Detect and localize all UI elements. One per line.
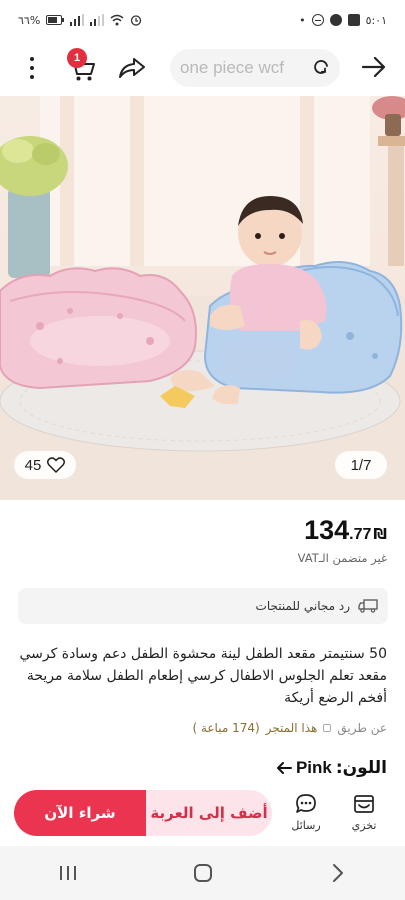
free-return-box[interactable]: رد مجاني للمنتجات <box>18 588 388 624</box>
store-row[interactable]: عن طريق هذا المتجر (174 مباعة ) <box>192 721 387 735</box>
status-bar: ٦٦% • ٥:٠١ <box>0 0 405 40</box>
color-value: Pink <box>295 758 332 777</box>
gallery-icon <box>347 14 360 26</box>
system-nav-bar <box>0 846 405 900</box>
chat-button[interactable]: رسائل <box>286 792 326 840</box>
truck-icon <box>358 599 378 613</box>
buy-now-button[interactable]: شراء الآن <box>14 790 146 836</box>
more-dot-icon <box>30 57 34 61</box>
add-to-cart-button[interactable]: أضف إلى العربة <box>146 790 272 836</box>
share-button[interactable] <box>116 52 148 84</box>
store-label: تخزي <box>351 819 377 832</box>
vat-note: غير متضمن الـVAT <box>297 551 387 565</box>
back-button[interactable] <box>357 50 391 84</box>
heart-icon <box>47 457 66 473</box>
like-button[interactable]: 45 <box>14 451 76 479</box>
recents-button[interactable] <box>48 853 88 893</box>
action-bar: شراء الآن أضف إلى العربة رسائل تخزي <box>0 786 405 844</box>
chat-icon <box>296 794 316 813</box>
nav-back-button[interactable] <box>318 853 358 893</box>
more-dot-icon <box>30 75 34 79</box>
cart-button[interactable]: 1 <box>64 48 100 86</box>
search-input[interactable]: one piece wcf <box>180 58 312 78</box>
chat-label: رسائل <box>291 819 321 832</box>
price-decimal: .77 <box>349 526 372 543</box>
store-via-label: عن طريق <box>337 721 387 735</box>
dot-icon: • <box>299 13 306 27</box>
image-counter: 1/7 <box>335 451 387 479</box>
product-image[interactable]: 45 1/7 <box>0 96 405 500</box>
home-icon <box>193 864 212 882</box>
share-icon <box>119 58 145 78</box>
free-return-text: رد مجاني للمنتجات <box>255 599 350 613</box>
status-left: ٦٦% <box>18 14 142 26</box>
app-bar: 1 one piece wcf <box>0 40 405 96</box>
price-main: 134 <box>304 515 350 545</box>
arrow-right-icon <box>361 56 386 78</box>
store-icon <box>323 724 332 732</box>
cart-count-badge: 1 <box>67 48 87 68</box>
battery-icon <box>46 15 65 25</box>
color-selector[interactable]: اللون: Pink <box>276 758 387 778</box>
price: 134 .77 ₪ <box>304 515 387 546</box>
recents-icon <box>59 866 76 880</box>
home-button[interactable] <box>183 853 223 893</box>
search-icon[interactable] <box>312 59 330 77</box>
status-time: ٥:٠١ <box>365 13 387 27</box>
like-count: 45 <box>24 456 42 474</box>
store-link[interactable]: هذا المتجر <box>266 721 318 735</box>
battery-text: ٦٦% <box>18 13 41 27</box>
currency-symbol: ₪ <box>373 525 387 543</box>
whatsapp-icon <box>329 14 342 26</box>
sold-count: (174 مباعة ) <box>192 721 260 735</box>
chevron-right-icon <box>332 864 343 882</box>
store-button[interactable]: تخزي <box>344 792 384 840</box>
storefront-icon <box>354 795 374 813</box>
alarm-icon <box>131 15 142 26</box>
more-dot-icon <box>30 66 34 70</box>
color-label: اللون: <box>335 758 387 778</box>
status-right: • ٥:٠١ <box>299 14 387 26</box>
wifi-icon <box>110 14 124 26</box>
product-title: 50 سنتيمتر مقعد الطفل لينة محشوة الطفل د… <box>19 646 388 706</box>
signal-icon <box>70 14 85 26</box>
dnd-icon <box>311 14 324 26</box>
search-box[interactable]: one piece wcf <box>170 49 340 87</box>
product-photo <box>0 96 405 500</box>
signal-icon-2 <box>90 14 105 26</box>
arrow-left-icon <box>276 762 292 774</box>
more-menu-button[interactable] <box>22 53 42 83</box>
